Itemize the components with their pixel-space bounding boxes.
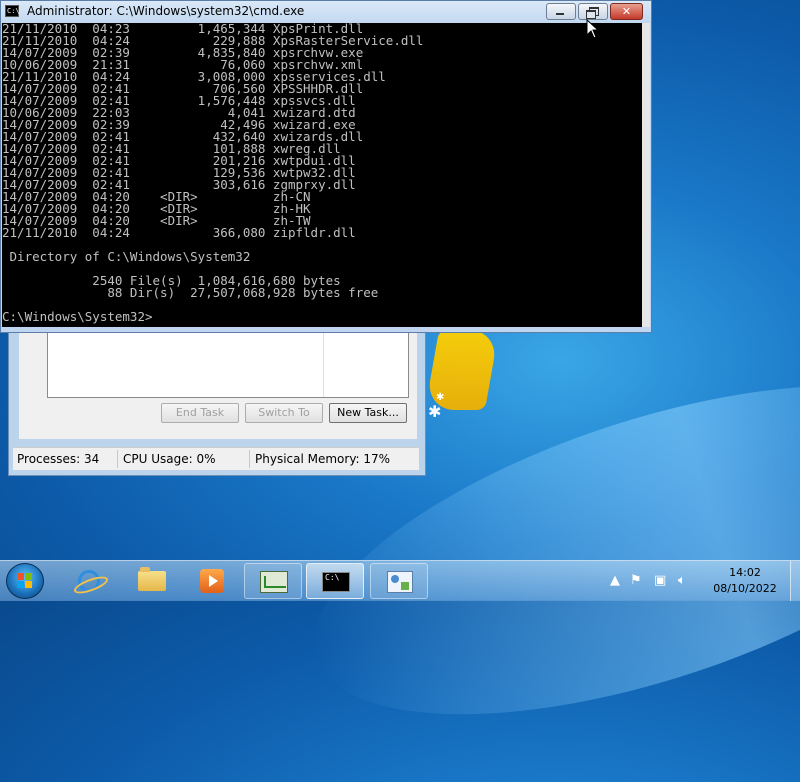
internet-explorer-icon	[78, 570, 100, 592]
status-separator	[249, 450, 250, 468]
taskbar-media-player[interactable]	[182, 563, 240, 599]
clock-time: 14:02	[729, 566, 761, 579]
status-separator	[117, 450, 118, 468]
switch-to-button[interactable]: Switch To	[245, 403, 323, 423]
volume-muted-icon[interactable]: 🔈︎	[678, 573, 686, 588]
taskbar: C:\ ▲ ⚑ ▣ 🔈︎ 14:02 08/10/2022	[0, 560, 800, 601]
cmd-window: C:\ Administrator: C:\Windows\system32\c…	[0, 0, 652, 333]
show-hidden-icons-icon[interactable]: ▲	[610, 573, 620, 588]
start-button[interactable]	[6, 563, 44, 599]
wallpaper-sparkle: ✱	[436, 392, 445, 403]
close-icon: ✕	[621, 5, 632, 18]
restore-icon	[586, 10, 596, 19]
cmd-titlebar[interactable]: C:\ Administrator: C:\Windows\system32\c…	[1, 1, 651, 23]
taskbar-internet-explorer[interactable]	[60, 563, 118, 599]
column-divider	[323, 329, 324, 397]
taskbar-task-manager[interactable]	[244, 563, 302, 599]
taskbar-cmd[interactable]: C:\	[306, 563, 364, 599]
cpu-usage: CPU Usage: 0%	[123, 452, 216, 466]
action-center-flag-icon[interactable]: ⚑	[630, 573, 642, 588]
process-list[interactable]	[47, 329, 409, 398]
control-panel-icon	[387, 571, 413, 593]
clock-date: 08/10/2022	[713, 582, 777, 595]
task-manager-icon	[260, 571, 288, 593]
console-output[interactable]: 21/11/2010 04:23 1,465,344 XpsPrint.dll …	[2, 23, 642, 327]
media-player-icon	[200, 569, 224, 593]
restore-button[interactable]	[578, 3, 608, 20]
window-title: Administrator: C:\Windows\system32\cmd.e…	[27, 4, 305, 18]
close-button[interactable]: ✕	[610, 3, 643, 20]
wallpaper-sparkle: ✱	[428, 402, 442, 421]
folder-icon	[138, 567, 166, 591]
new-task-button[interactable]: New Task...	[329, 403, 407, 423]
taskbar-control-panel[interactable]	[370, 563, 428, 599]
processes-count: Processes: 34	[17, 452, 100, 466]
mouse-cursor-icon	[586, 19, 598, 39]
windows-logo-icon	[17, 573, 33, 589]
clock[interactable]: 14:02 08/10/2022	[708, 565, 782, 597]
minimize-icon	[556, 13, 564, 15]
cmd-icon: C:\	[322, 572, 350, 592]
taskbar-explorer[interactable]	[122, 563, 180, 599]
task-manager-statusbar: Processes: 34 CPU Usage: 0% Physical Mem…	[13, 447, 419, 470]
show-desktop-button[interactable]	[790, 561, 800, 601]
cmd-app-icon[interactable]: C:\	[5, 5, 20, 17]
network-icon[interactable]: ▣	[654, 573, 666, 588]
physical-memory: Physical Memory: 17%	[255, 452, 391, 466]
end-task-button[interactable]: End Task	[161, 403, 239, 423]
console-text: 21/11/2010 04:23 1,465,344 XpsPrint.dll …	[2, 23, 424, 324]
minimize-button[interactable]	[546, 3, 576, 20]
task-manager-window: End Task Switch To New Task... Processes…	[8, 326, 426, 476]
task-manager-panel: End Task Switch To New Task...	[19, 327, 417, 439]
console-scrollbar[interactable]	[642, 23, 650, 327]
